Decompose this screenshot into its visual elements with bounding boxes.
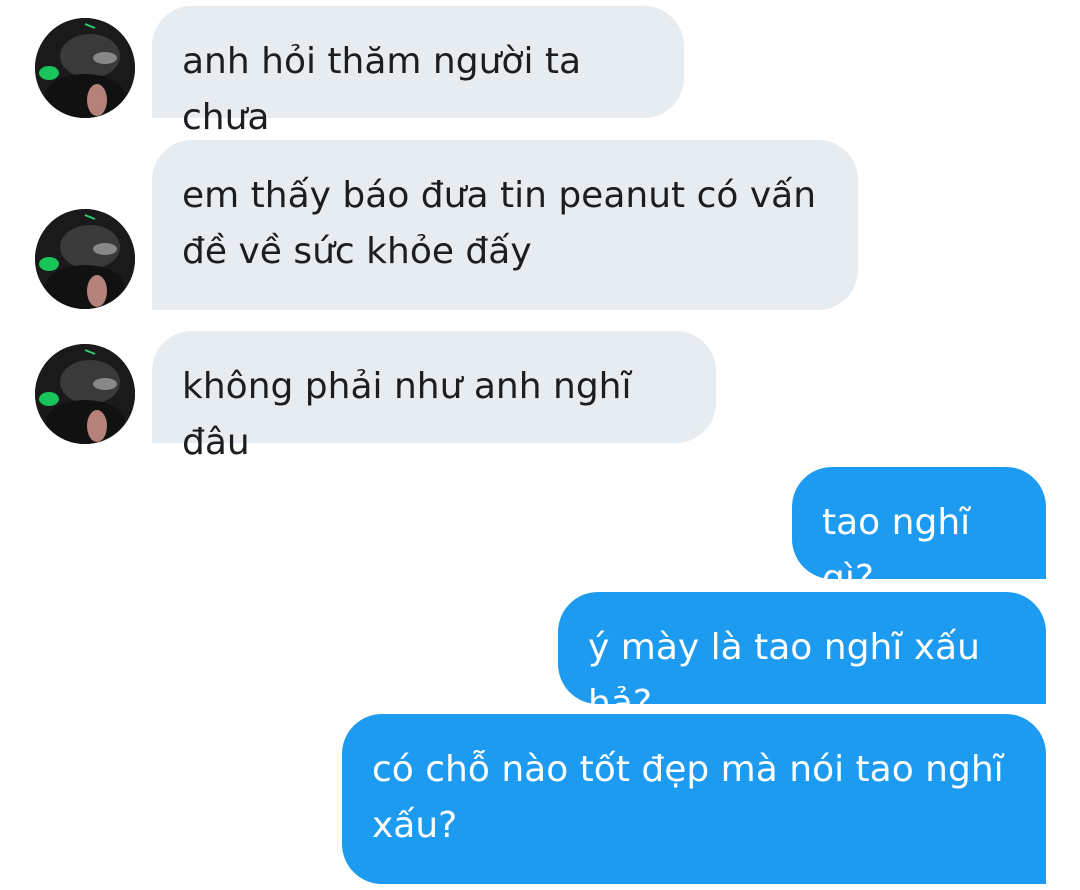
contact-avatar-photo (35, 344, 135, 444)
outgoing-message[interactable]: tao nghĩ gì? (792, 467, 1046, 599)
contact-avatar-photo (35, 18, 135, 118)
contact-avatar[interactable] (35, 344, 135, 444)
incoming-message[interactable]: không phải như anh nghĩ đâu (152, 331, 716, 463)
contact-avatar-photo (35, 209, 135, 309)
outgoing-message[interactable]: ý mày là tao nghĩ xấu hả? (558, 592, 1046, 724)
outgoing-message[interactable]: có chỗ nào tốt đẹp mà nói tao nghĩ xấu? (342, 714, 1046, 884)
contact-avatar[interactable] (35, 18, 135, 118)
contact-avatar[interactable] (35, 209, 135, 309)
incoming-message[interactable]: em thấy báo đưa tin peanut có vấn đề về … (152, 140, 858, 310)
incoming-message[interactable]: anh hỏi thăm người ta chưa (152, 6, 684, 138)
